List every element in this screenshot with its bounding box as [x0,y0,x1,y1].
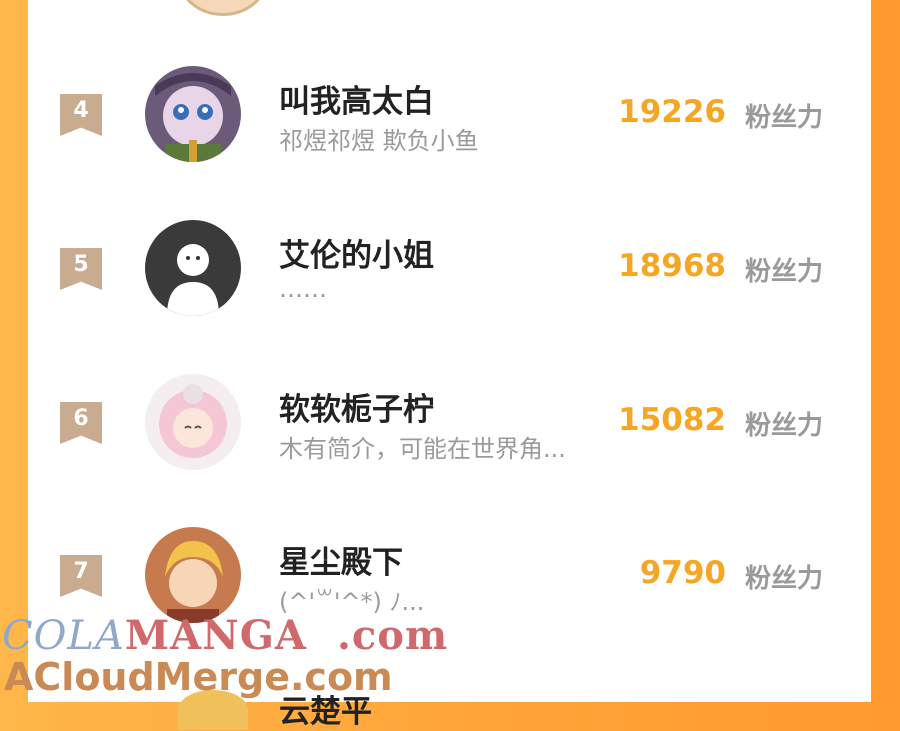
fan-power-label: 粉丝力 [744,257,823,287]
avatar[interactable] [145,66,241,162]
watermark-text: MANGA [124,612,307,659]
fan-power-score: 19226 [618,94,726,130]
avatar[interactable] [145,220,241,316]
watermark-acloudmerge: ACloudMerge.com [4,655,393,699]
list-item[interactable]: 6 软软栀子柠 木有简介，可能在世界角... 15082 粉丝力 [28,372,871,482]
fan-power-label: 粉丝力 [744,564,823,594]
user-bio: 祁煜祁煜 欺负小鱼 [279,127,479,155]
watermark-cola-manga: COLAMANGA .com [2,612,448,659]
rank-badge: 5 [60,248,102,290]
user-name: 软软栀子柠 [279,392,434,428]
fan-power-score: 18968 [618,248,726,284]
list-item[interactable]: 4 叫我高太白 祁煜祁煜 欺负小鱼 19226 粉丝力 [28,64,871,174]
watermark-text: .com [336,612,449,659]
avatar[interactable] [145,374,241,470]
user-bio: 木有简介，可能在世界角... [279,435,566,463]
fan-power-label: 粉丝力 [744,411,823,441]
rank-badge: 6 [60,402,102,444]
leaderboard-card: 4 叫我高太白 祁煜祁煜 欺负小鱼 19226 粉丝力 5 艾伦的小姐 …… 1… [28,0,871,730]
avatar[interactable] [145,527,241,623]
user-bio: …… [279,275,327,303]
avatar[interactable] [178,0,268,16]
rank-badge: 7 [60,555,102,597]
fan-power-score: 15082 [618,402,726,438]
fan-power-score: 9790 [639,555,726,591]
watermark-text: COLA [2,613,125,659]
fan-power-label: 粉丝力 [744,103,823,133]
list-item[interactable]: 5 艾伦的小姐 …… 18968 粉丝力 [28,218,871,328]
user-name: 艾伦的小姐 [279,238,434,274]
user-name: 星尘殿下 [279,545,403,581]
user-name: 叫我高太白 [279,84,434,120]
rank-badge: 4 [60,94,102,136]
